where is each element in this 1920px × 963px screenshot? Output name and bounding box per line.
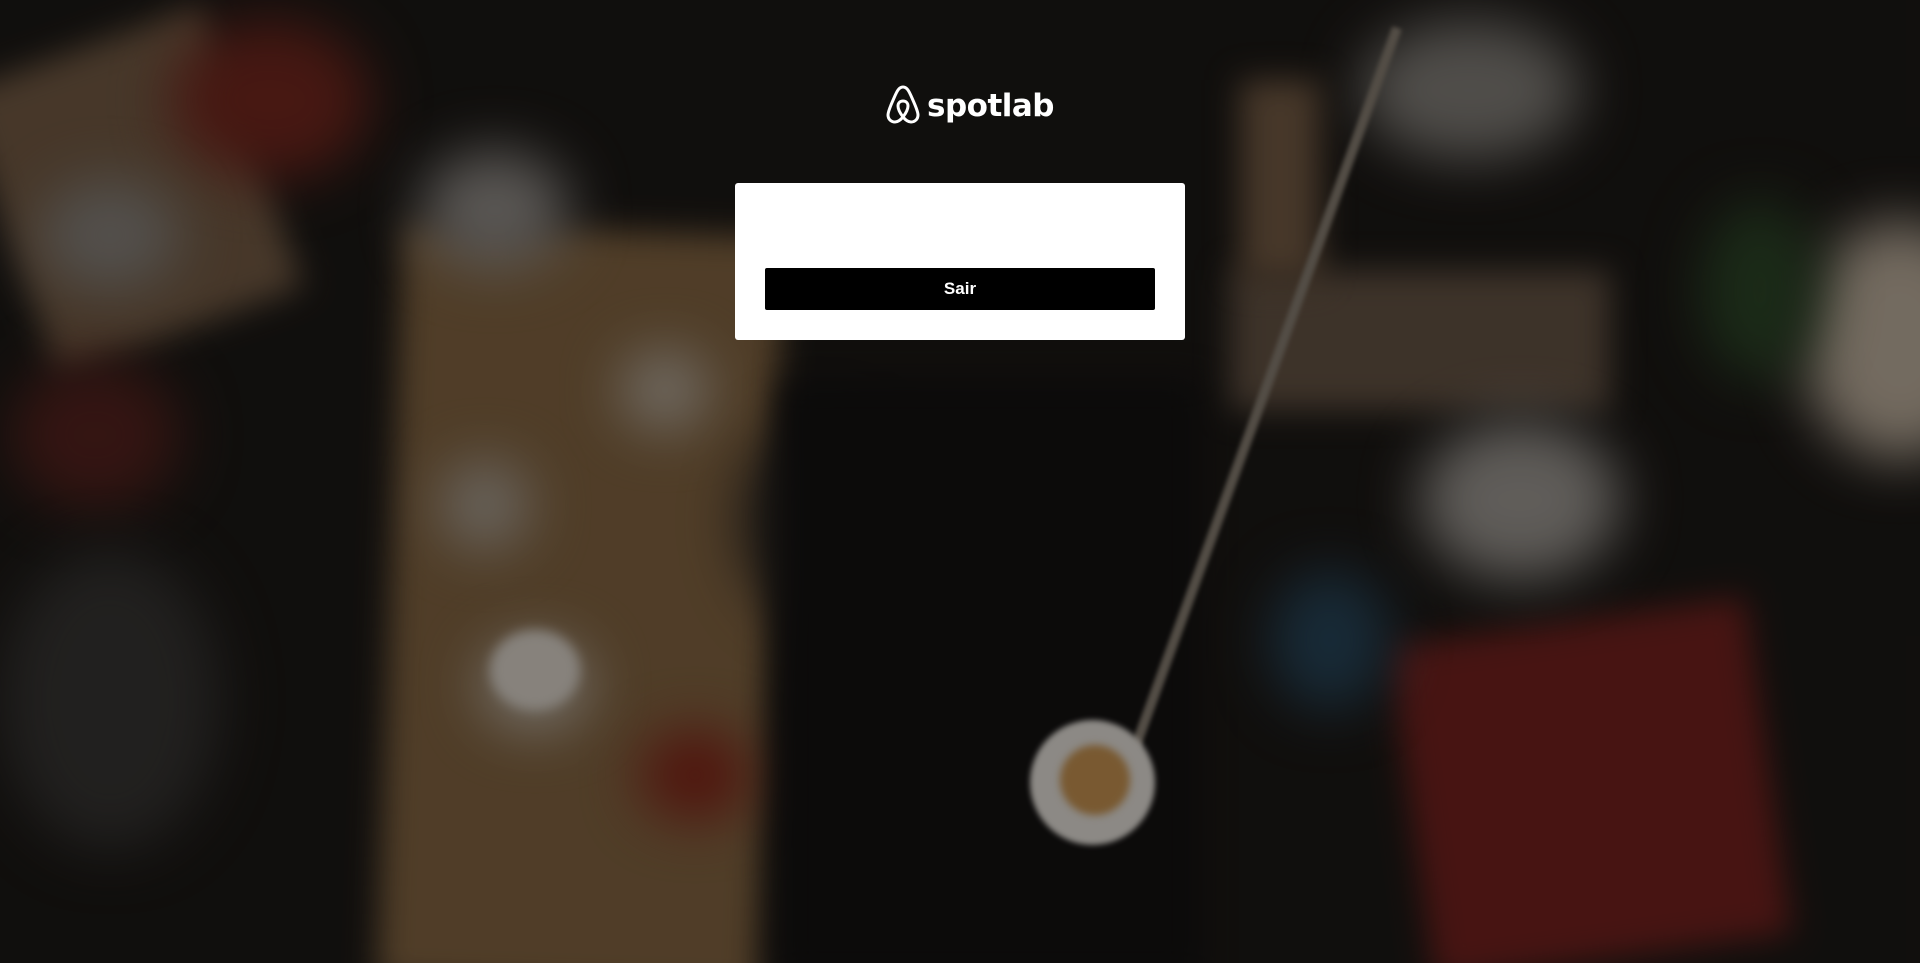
brand-logo: spotlab <box>885 84 1055 129</box>
brand-name: spotlab <box>927 88 1055 124</box>
exit-button[interactable]: Sair <box>765 268 1155 310</box>
airbnb-belo-icon <box>885 84 921 129</box>
background-photo <box>0 0 1920 963</box>
logout-card: Sair <box>735 183 1185 340</box>
